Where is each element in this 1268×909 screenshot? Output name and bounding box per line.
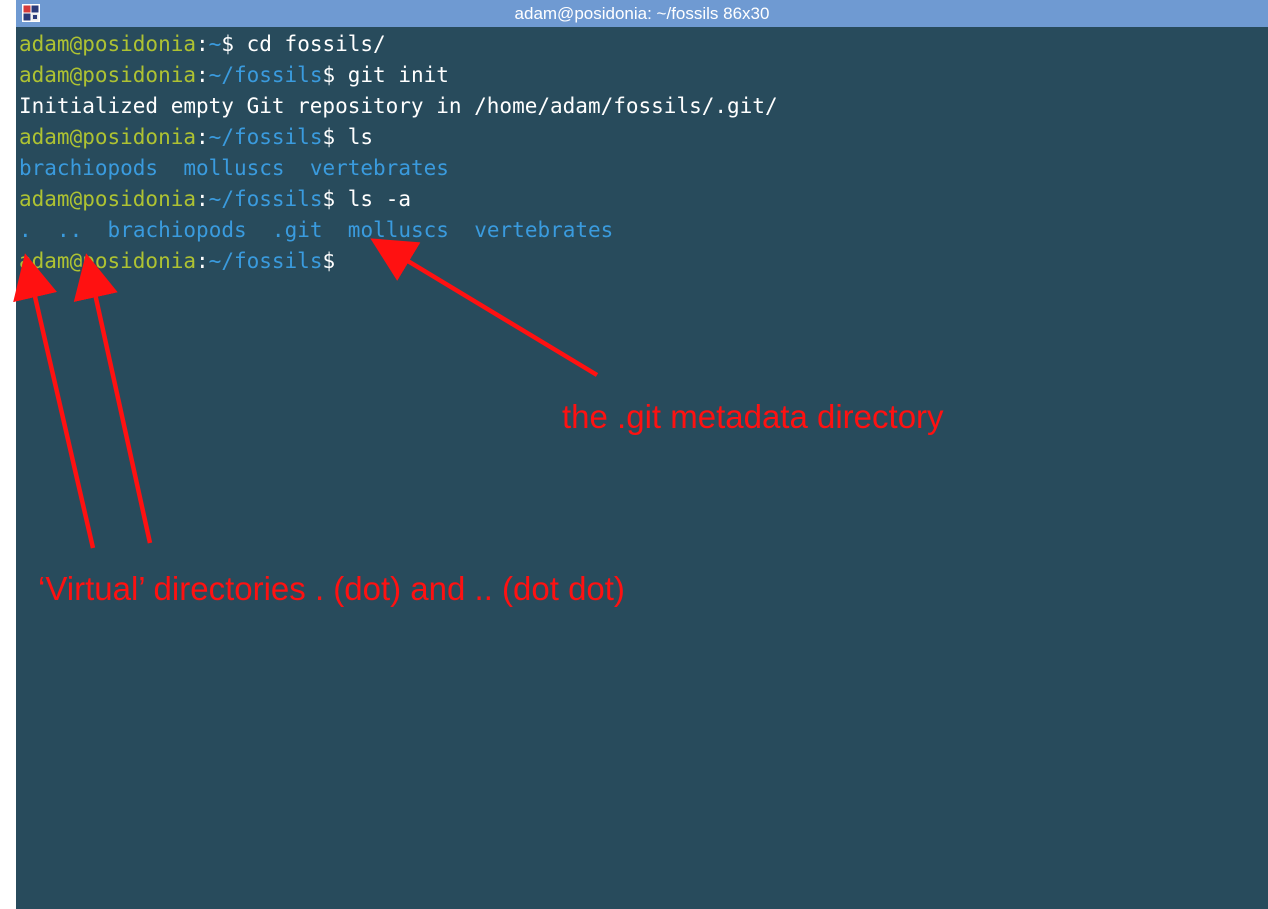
arrow-to-git <box>370 238 599 377</box>
arrow-to-dot <box>13 253 96 549</box>
annotation-virtual-label: ‘Virtual’ directories . (dot) and .. (do… <box>38 570 625 607</box>
annotation-git-label: the .git metadata directory <box>562 398 944 435</box>
annotation-overlay <box>13 238 599 549</box>
arrow-to-dotdot <box>73 253 153 544</box>
